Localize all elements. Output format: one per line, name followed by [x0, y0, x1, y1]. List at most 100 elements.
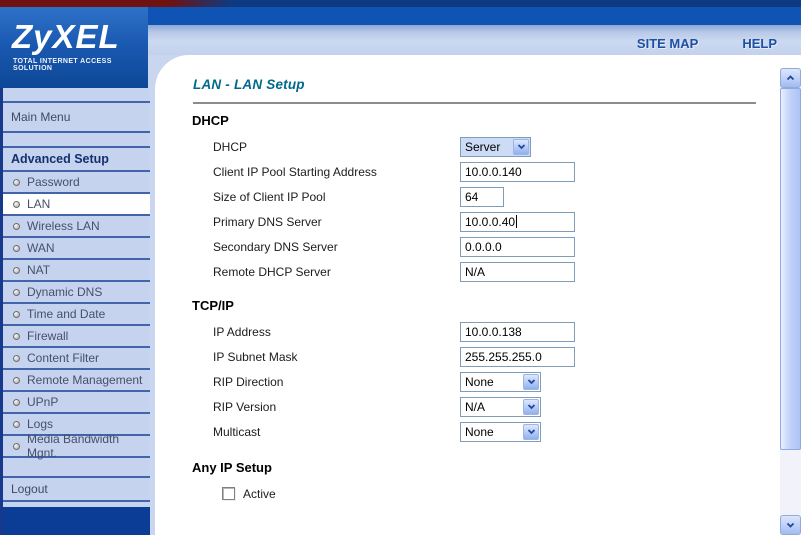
bullet-icon: [13, 179, 20, 186]
divider: [193, 102, 756, 104]
chevron-down-icon[interactable]: [513, 139, 529, 155]
ip-address-input[interactable]: 10.0.0.138: [460, 322, 575, 342]
input-value: N/A: [465, 265, 485, 279]
chevron-down-icon[interactable]: [523, 424, 539, 440]
field-label: RIP Version: [192, 400, 460, 414]
sidebar-item-time-and-date[interactable]: Time and Date: [3, 304, 150, 326]
sidebar-item-firewall[interactable]: Firewall: [3, 326, 150, 348]
secondary-dns-server-input[interactable]: 0.0.0.0: [460, 237, 575, 257]
form-row: IP Subnet Mask 255.255.255.0: [192, 344, 782, 369]
sidebar-item-label: Content Filter: [27, 351, 99, 365]
content-area: LAN - LAN Setup DHCP DHCP Server Client IP …: [148, 55, 801, 535]
sidebar-item-wan[interactable]: WAN: [3, 238, 150, 260]
bullet-icon: [13, 201, 20, 208]
select-value: None: [465, 425, 494, 439]
scroll-up-icon[interactable]: [780, 68, 801, 88]
sidebar-item-label: Logs: [27, 417, 53, 431]
form-row: Remote DHCP ServerN/A: [192, 259, 782, 284]
form-row: IP Address10.0.0.138: [192, 319, 782, 344]
bullet-icon: [13, 245, 20, 252]
checkbox-label: Active: [243, 487, 276, 501]
bullet-icon: [13, 421, 20, 428]
chevron-down-icon[interactable]: [523, 374, 539, 390]
zyxel-logo: ZyXEL TOTAL INTERNET ACCESS SOLUTION: [0, 7, 148, 88]
sidebar-item-dynamic-dns[interactable]: Dynamic DNS: [3, 282, 150, 304]
bullet-icon: [13, 311, 20, 318]
rip-version-select[interactable]: N/A: [460, 397, 541, 417]
content-card: LAN - LAN Setup DHCP DHCP Server Client IP …: [155, 55, 801, 535]
sidebar-item-lan[interactable]: LAN: [3, 194, 150, 216]
sidebar-item-logout[interactable]: Logout: [3, 478, 150, 502]
sidebar-item-nat[interactable]: NAT: [3, 260, 150, 282]
field-label: Primary DNS Server: [192, 215, 460, 229]
field-label: IP Subnet Mask: [192, 350, 460, 364]
field-label: RIP Direction: [192, 375, 460, 389]
sidebar-item-label: Media Bandwidth Mgnt.: [27, 432, 150, 460]
input-value: 10.0.0.140: [465, 165, 522, 179]
sidebar-rows: Main Menu Advanced SetupPassword LAN Wirele…: [3, 88, 150, 502]
field-label: DHCP: [192, 140, 460, 154]
input-value: 10.0.0.138: [465, 325, 522, 339]
dhcp-select[interactable]: Server: [460, 137, 531, 157]
ip-subnet-mask-input[interactable]: 255.255.255.0: [460, 347, 575, 367]
input-value: 0.0.0.0: [465, 240, 502, 254]
sidebar-item-content-filter[interactable]: Content Filter: [3, 348, 150, 370]
sidebar-item-label: Wireless LAN: [27, 219, 100, 233]
sidebar-item-password[interactable]: Password: [3, 172, 150, 194]
chevron-down-icon[interactable]: [523, 399, 539, 415]
sidebar-spacer: [3, 88, 150, 103]
section-heading-dhcp: DHCP: [192, 113, 782, 128]
client-ip-pool-starting-address-input[interactable]: 10.0.0.140: [460, 162, 575, 182]
logo-tagline: TOTAL INTERNET ACCESS SOLUTION: [13, 58, 148, 72]
multicast-select[interactable]: None: [460, 422, 541, 442]
sidebar-footer: [3, 507, 150, 535]
section-heading-any-ip-setup: Any IP Setup: [192, 460, 782, 475]
bullet-icon: [13, 443, 20, 450]
sidebar-item-media-bandwidth-mgnt[interactable]: Media Bandwidth Mgnt.: [3, 436, 150, 458]
header-bar: SITE MAP HELP: [148, 25, 801, 55]
form-row: Secondary DNS Server 0.0.0.0: [192, 234, 782, 259]
input-value: 10.0.0.40: [465, 215, 515, 229]
sidebar-item-label: LAN: [27, 197, 50, 211]
sidebar-item-main-menu[interactable]: Main Menu: [3, 103, 150, 133]
field-label: Secondary DNS Server: [192, 240, 460, 254]
remote-dhcp-server-input[interactable]: N/A: [460, 262, 575, 282]
bullet-icon: [13, 289, 20, 296]
sidebar-item-label: Remote Management: [27, 373, 142, 387]
form-row: Active: [192, 481, 782, 506]
form-row: DHCP Server: [192, 134, 782, 159]
field-label: Multicast: [192, 425, 460, 439]
top-accent-bar: [0, 0, 801, 7]
sidebar-spacer: [3, 458, 150, 478]
help-link[interactable]: HELP: [742, 36, 777, 51]
sidebar-nav: Main Menu Advanced SetupPassword LAN Wirele…: [0, 88, 150, 535]
vertical-scrollbar: [780, 68, 801, 535]
text-cursor: [516, 215, 517, 228]
sidebar-item-label: Firewall: [27, 329, 68, 343]
router-admin-page: ZyXEL TOTAL INTERNET ACCESS SOLUTION SIT…: [0, 0, 801, 535]
sidebar-item-advanced-setup[interactable]: Advanced Setup: [3, 148, 150, 172]
input-value: 255.255.255.0: [465, 350, 542, 364]
sidebar-item-label: Time and Date: [27, 307, 105, 321]
form-row: Client IP Pool Starting Address10.0.0.14…: [192, 159, 782, 184]
site-map-link[interactable]: SITE MAP: [637, 36, 698, 51]
field-label: Size of Client IP Pool: [192, 190, 460, 204]
lan-setup-form: DHCP DHCP Server Client IP Pool Starting Ad…: [192, 113, 782, 506]
bullet-icon: [13, 377, 20, 384]
scroll-down-icon[interactable]: [780, 515, 801, 535]
select-value: N/A: [465, 400, 485, 414]
sidebar-item-wireless-lan[interactable]: Wireless LAN: [3, 216, 150, 238]
form-row: Primary DNS Server 10.0.0.40: [192, 209, 782, 234]
bullet-icon: [13, 267, 20, 274]
select-value: Server: [465, 140, 500, 154]
sidebar-item-upnp[interactable]: UPnP: [3, 392, 150, 414]
sidebar-item-label: Main Menu: [3, 110, 70, 124]
sidebar-item-remote-management[interactable]: Remote Management: [3, 370, 150, 392]
sidebar-item-label: NAT: [27, 263, 50, 277]
rip-direction-select[interactable]: None: [460, 372, 541, 392]
scrollbar-thumb[interactable]: [780, 88, 801, 450]
primary-dns-server-input[interactable]: 10.0.0.40: [460, 212, 575, 232]
active-checkbox[interactable]: [222, 487, 235, 500]
page-title: LAN - LAN Setup: [193, 77, 305, 92]
size-of-client-ip-pool-input[interactable]: 64: [460, 187, 504, 207]
